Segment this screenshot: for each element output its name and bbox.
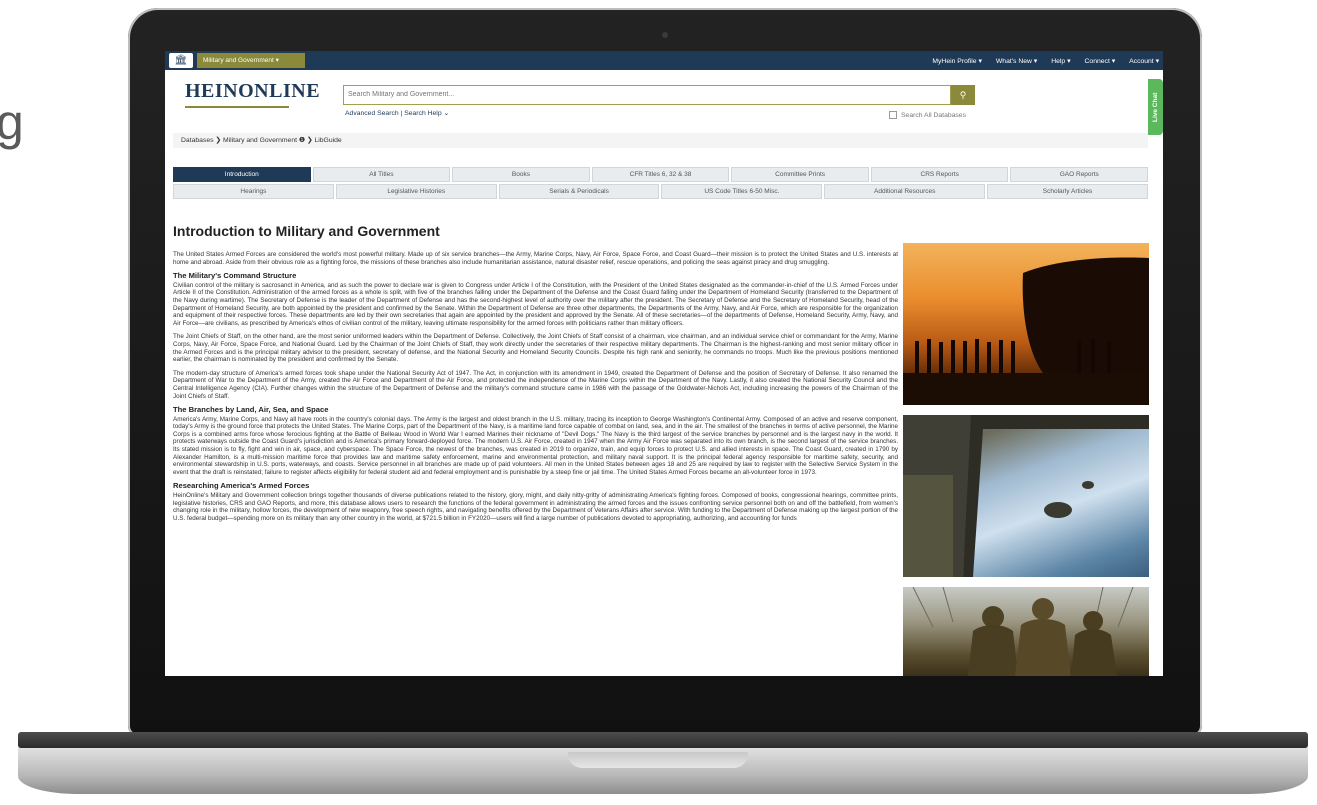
soldier-statues-photo [903,587,1149,676]
section-heading-command-structure: The Military's Command Structure [173,271,297,281]
tab-legislative-histories[interactable]: Legislative Histories [335,184,497,199]
breadcrumb[interactable]: Databases ❯ Military and Government ❶ ❯ … [173,133,1148,148]
article-content: The United States Armed Forces are consi… [173,251,898,528]
laptop-opening-notch [568,752,748,768]
soldier-statues-illustration [912,587,1134,676]
joint-chiefs-paragraph: The Joint Chiefs of Staff, on the other … [173,333,898,364]
chevron-down-icon: ⌄ [443,110,450,117]
heinonline-logo[interactable]: HEINONLINE [185,80,320,103]
search-all-checkbox[interactable] [889,111,897,119]
section-heading-researching: Researching America's Armed Forces [173,481,310,491]
tab-row-2: Hearings Legislative Histories Serials &… [173,184,1148,199]
search-button[interactable]: ⚲ [951,85,975,105]
paratrooper-jump-photo [903,415,1149,577]
tab-introduction[interactable]: Introduction [173,167,311,182]
tab-additional-resources[interactable]: Additional Resources [824,184,986,199]
tab-gao-reports[interactable]: GAO Reports [1010,167,1149,182]
search-all-databases[interactable]: Search All Databases [889,111,966,119]
account-menu[interactable]: Account ▾ [1129,57,1159,65]
tab-scholarly-articles[interactable]: Scholarly Articles [987,184,1148,199]
researching-paragraph: HeinOnline's Military and Government col… [173,492,898,522]
laptop-hinge [18,732,1308,748]
paratrooper-jump-illustration [903,415,1149,577]
edge-text-fragment: g [0,94,24,150]
top-nav-menu: MyHein Profile ▾ What's New ▾ Help ▾ Con… [932,51,1159,70]
laptop-screen: 🏛 Military and Government ▾ MyHein Profi… [165,51,1163,676]
tab-committee-prints[interactable]: Committee Prints [731,167,869,182]
help-menu[interactable]: Help ▾ [1051,57,1070,65]
tab-cfr-titles[interactable]: CFR Titles 6, 32 & 38 [591,167,730,182]
tab-hearings[interactable]: Hearings [173,184,334,199]
connect-menu[interactable]: Connect ▾ [1085,57,1116,65]
whats-new-menu[interactable]: What's New ▾ [996,57,1037,65]
search-input[interactable] [348,88,938,101]
intro-paragraph: The United States Armed Forces are consi… [173,251,898,266]
command-structure-paragraph: Civilian control of the military is sacr… [173,281,898,327]
search-all-label: Search All Databases [901,111,966,119]
home-building-icon[interactable]: 🏛 [169,53,193,68]
branches-paragraph: America's Army, Marine Corps, and Navy a… [173,415,898,476]
top-navigation-bar: 🏛 Military and Government ▾ MyHein Profi… [165,51,1163,70]
collection-tabs: Introduction All Titles Books CFR Titles… [173,167,1149,201]
myhein-profile-menu[interactable]: MyHein Profile ▾ [932,57,982,65]
page-title: Introduction to Military and Government [173,223,440,239]
live-chat-button[interactable]: Live Chat [1148,79,1163,135]
tab-us-code-titles[interactable]: US Code Titles 6-50 Misc. [661,184,823,199]
database-selector[interactable]: Military and Government ▾ [197,53,305,68]
national-security-act-paragraph: The modern-day structure of America's ar… [173,369,898,400]
tab-row-1: Introduction All Titles Books CFR Titles… [173,167,1149,182]
search-icon: ⚲ [959,90,967,100]
tab-books[interactable]: Books [452,167,590,182]
search-box [343,85,951,105]
logo-underline [185,106,289,108]
sunset-aircraft-soldiers-photo [903,243,1149,405]
advanced-search-links[interactable]: Advanced Search | Search Help ⌄ [345,109,449,117]
advanced-search-help-link[interactable]: Advanced Search | Search Help [345,110,442,117]
tab-all-titles[interactable]: All Titles [312,167,451,182]
tab-crs-reports[interactable]: CRS Reports [870,167,1009,182]
section-heading-branches: The Branches by Land, Air, Sea, and Spac… [173,405,329,415]
tab-serials-periodicals[interactable]: Serials & Periodicals [498,184,660,199]
webcam [662,32,668,38]
site-header: HEINONLINE ⚲ Advanced Search | Search He… [165,70,1163,130]
sunset-aircraft-soldiers-illustration [903,257,1149,405]
